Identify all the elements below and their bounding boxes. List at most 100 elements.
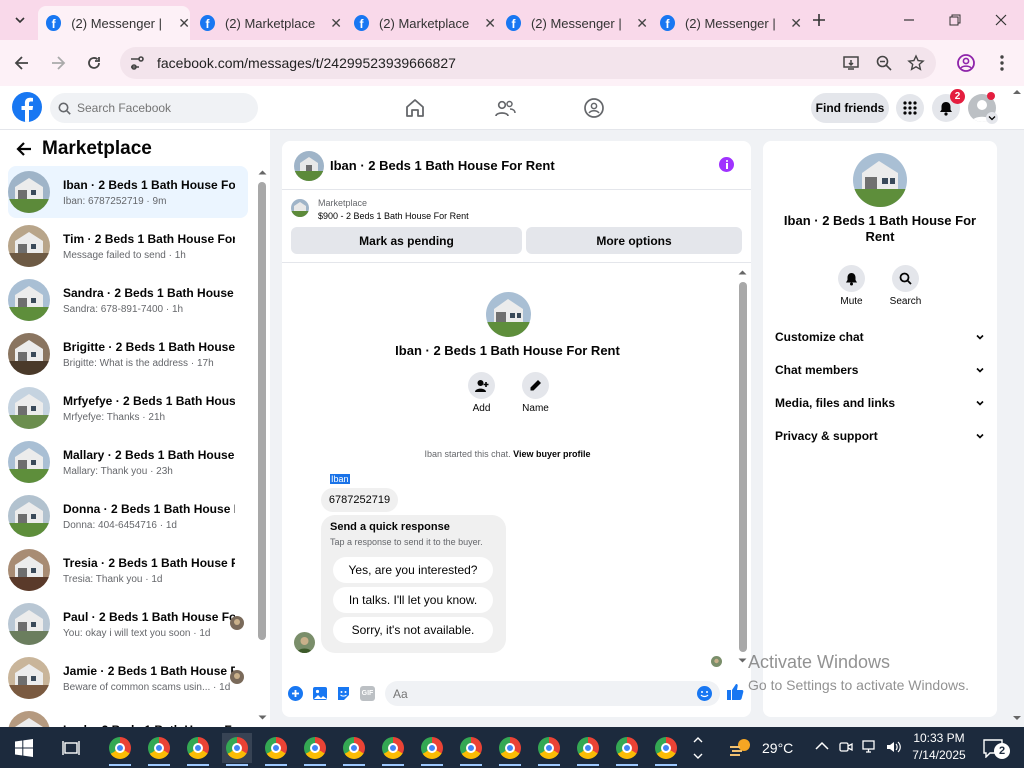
show-hidden-icons-chevron-icon[interactable] [815, 741, 829, 751]
close-tab-icon[interactable]: ✕ [790, 15, 802, 32]
search-conversation-button[interactable] [892, 265, 919, 292]
back-arrow-icon[interactable] [12, 53, 32, 73]
chat-scroll-down-icon[interactable] [738, 657, 747, 665]
emoji-icon[interactable] [697, 686, 712, 701]
home-icon[interactable] [404, 97, 426, 119]
mark-as-pending-button[interactable]: Mark as pending [291, 227, 522, 254]
close-tab-icon[interactable]: ✕ [178, 15, 190, 32]
quick-response-option[interactable]: In talks. I'll let you know. [333, 587, 493, 613]
page-scroll-down-icon[interactable] [1012, 714, 1024, 722]
search-input[interactable] [77, 101, 237, 115]
browser-menu-icon[interactable] [992, 53, 1012, 73]
plus-icon[interactable] [288, 686, 303, 701]
install-app-icon[interactable] [842, 54, 860, 72]
conversation-item[interactable]: Sandra · 2 Beds 1 Bath House For Rent San… [8, 274, 248, 326]
weather-icon[interactable] [730, 737, 754, 759]
menu-grid-button[interactable] [896, 94, 924, 122]
find-friends-button[interactable]: Find friends [811, 93, 889, 123]
profile-icon[interactable] [956, 53, 976, 73]
quick-response-option[interactable]: Sorry, it's not available. [333, 617, 493, 643]
temperature[interactable]: 29°C [762, 740, 793, 756]
forward-arrow-icon[interactable] [48, 53, 68, 73]
edit-name-button[interactable] [522, 372, 549, 399]
browser-tab-3[interactable]: f (2) Marketplace ✕ [346, 6, 496, 40]
chrome-window-icon[interactable] [339, 733, 369, 766]
close-tab-icon[interactable]: ✕ [484, 15, 496, 32]
task-view-icon[interactable] [56, 733, 86, 763]
add-person-button[interactable] [468, 372, 495, 399]
bookmark-star-icon[interactable] [907, 54, 925, 72]
chrome-window-icon[interactable] [222, 733, 252, 766]
close-tab-icon[interactable]: ✕ [636, 15, 648, 32]
facebook-logo-icon[interactable] [12, 92, 42, 122]
conversation-item[interactable]: Brigitte · 2 Beds 1 Bath House For Rent B… [8, 328, 248, 380]
chrome-window-icon[interactable] [183, 733, 213, 766]
conversation-item[interactable]: Paul · 2 Beds 1 Bath House For Rent You: … [8, 598, 248, 650]
conversation-item[interactable]: Tresia · 2 Beds 1 Bath House For Rent Tre… [8, 544, 248, 596]
conversation-item[interactable]: Tim · 2 Beds 1 Bath House For Rent Messag… [8, 220, 248, 272]
close-window-button[interactable] [987, 6, 1015, 34]
message-bubble[interactable]: 6787252719 [321, 488, 398, 512]
chrome-window-icon[interactable] [261, 733, 291, 766]
photo-icon[interactable] [312, 686, 328, 701]
chrome-window-icon[interactable] [651, 733, 681, 766]
restore-window-button[interactable] [941, 6, 969, 34]
windows-start-icon[interactable] [9, 733, 39, 763]
conversation-item[interactable]: Donna · 2 Beds 1 Bath House For Rent Donn… [8, 490, 248, 542]
conversation-item[interactable]: Mallary · 2 Beds 1 Bath House For Rent Ma… [8, 436, 248, 488]
chrome-window-icon[interactable] [456, 733, 486, 766]
zoom-icon[interactable] [875, 54, 893, 72]
listing-title[interactable]: $900 - 2 Beds 1 Bath House For Rent [318, 211, 469, 221]
chat-scrollbar[interactable] [739, 282, 747, 652]
back-arrow-icon[interactable] [14, 139, 34, 159]
listing-thumbnail[interactable] [291, 199, 309, 217]
sender-avatar[interactable] [294, 632, 315, 653]
chrome-window-icon[interactable] [300, 733, 330, 766]
more-options-button[interactable]: More options [526, 227, 742, 254]
url-text[interactable]: facebook.com/messages/t/2429952393966682… [157, 55, 456, 71]
chrome-window-icon[interactable] [495, 733, 525, 766]
mute-button[interactable] [838, 265, 865, 292]
chrome-window-icon[interactable] [105, 733, 135, 766]
clock-date[interactable]: 7/14/2025 [909, 748, 969, 762]
site-info-icon[interactable] [128, 54, 146, 72]
like-thumb-icon[interactable] [726, 683, 744, 701]
minimize-window-button[interactable] [895, 6, 923, 34]
message-input[interactable] [393, 685, 683, 702]
clock-time[interactable]: 10:33 PM [909, 731, 969, 745]
browser-tab-2[interactable]: f (2) Marketplace ✕ [192, 6, 342, 40]
meet-now-icon[interactable] [839, 740, 853, 754]
customize-chat-row[interactable]: Customize chat [775, 330, 985, 344]
taskbar-scroll-icon[interactable] [692, 733, 706, 763]
sidebar-scrollbar[interactable] [258, 182, 266, 640]
view-buyer-profile-link[interactable]: View buyer profile [513, 449, 590, 459]
scroll-up-arrow-icon[interactable] [258, 168, 267, 176]
chevron-down-icon[interactable] [986, 112, 998, 124]
chat-profile-avatar[interactable] [486, 292, 531, 337]
network-icon[interactable] [862, 740, 880, 754]
tab-search-button[interactable] [6, 6, 34, 34]
browser-tab-5[interactable]: f (2) Messenger | Facebook ✕ [652, 6, 802, 40]
chat-header-avatar[interactable] [294, 151, 324, 181]
chrome-window-icon[interactable] [573, 733, 603, 766]
quick-response-option[interactable]: Yes, are you interested? [333, 557, 493, 583]
chrome-window-icon[interactable] [378, 733, 408, 766]
browser-tab-1[interactable]: f (2) Messenger | Facebook ✕ [38, 6, 190, 40]
friends-icon[interactable] [494, 97, 516, 119]
browser-tab-4[interactable]: f (2) Messenger | Facebook ✕ [498, 6, 648, 40]
page-scroll-up-icon[interactable] [1012, 88, 1024, 96]
chat-members-row[interactable]: Chat members [775, 363, 985, 377]
volume-icon[interactable] [886, 740, 902, 754]
info-icon[interactable] [719, 157, 734, 172]
chat-header-title[interactable]: Iban · 2 Beds 1 Bath House For Rent [330, 158, 555, 173]
privacy-support-row[interactable]: Privacy & support [775, 429, 985, 443]
close-tab-icon[interactable]: ✕ [330, 15, 342, 32]
conversation-item[interactable]: Mrfyefye · 2 Beds 1 Bath House For Rent M… [8, 382, 248, 434]
media-files-links-row[interactable]: Media, files and links [775, 396, 985, 410]
chat-scroll-up-icon[interactable] [738, 268, 747, 276]
sticker-icon[interactable] [336, 686, 351, 701]
reload-icon[interactable] [84, 53, 104, 73]
conversation-item[interactable]: Jamie · 2 Beds 1 Bath House For Rent Bewa… [8, 652, 248, 704]
chrome-window-icon[interactable] [144, 733, 174, 766]
facebook-search-box[interactable] [50, 93, 258, 123]
